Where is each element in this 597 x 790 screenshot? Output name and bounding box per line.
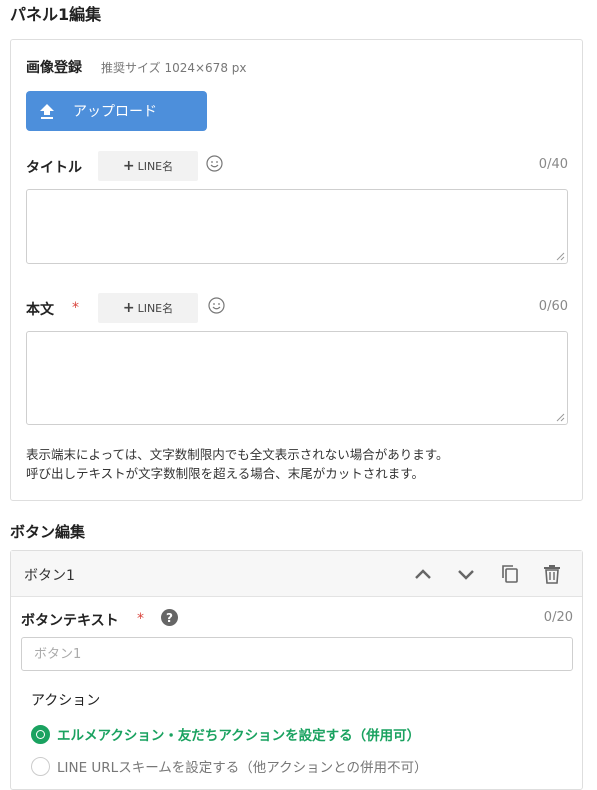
button-text-label: ボタンテキスト — [21, 613, 119, 629]
required-mark: * — [137, 611, 144, 627]
title-insert-line-name-button[interactable]: + LINE名 — [98, 151, 198, 181]
smile-icon[interactable] — [208, 297, 225, 314]
action-option-label: エルメアクション・友だちアクションを設定する（併用可） — [57, 728, 421, 744]
help-icon[interactable]: ? — [161, 609, 178, 626]
note-line: 表示端末によっては、文字数制限内でも全文表示されない場合があります。 — [26, 447, 449, 462]
required-mark: * — [72, 300, 79, 316]
body-counter: 0/60 — [538, 299, 568, 314]
action-option-line-url-scheme[interactable]: LINE URLスキームを設定する（他アクションとの併用不可） — [31, 756, 428, 776]
radio-unselected[interactable] — [31, 756, 50, 776]
smile-icon[interactable] — [206, 155, 223, 172]
panel-editor: 画像登録 推奨サイズ 1024×678 px アップロード タイトル + LIN… — [10, 39, 583, 501]
line-name-label: LINE名 — [137, 302, 174, 315]
image-label: 画像登録 — [26, 60, 82, 76]
action-option-label: LINE URLスキームを設定する（他アクションとの併用不可） — [57, 760, 428, 776]
plus-icon: + — [122, 300, 135, 316]
line-name-label: LINE名 — [137, 160, 174, 173]
title-label: タイトル — [26, 160, 82, 176]
trash-icon[interactable] — [541, 563, 563, 585]
button-section-heading: ボタン編集 — [10, 523, 86, 541]
body-insert-line-name-button[interactable]: + LINE名 — [98, 293, 198, 323]
body-label: 本文 — [26, 302, 54, 318]
button-card: ボタン1 ボタンテキスト * ? 0/20 アクション エルメアクション・友だち… — [10, 550, 583, 790]
upload-button-label: アップロード — [73, 104, 157, 120]
action-label: アクション — [31, 693, 101, 709]
resize-grip-icon[interactable] — [556, 252, 565, 261]
button-card-title: ボタン1 — [24, 568, 75, 584]
button-card-header: ボタン1 — [11, 551, 582, 597]
notes: 表示端末によっては、文字数制限内でも全文表示されない場合があります。 呼び出しテ… — [26, 445, 449, 483]
button-text-input[interactable] — [21, 637, 573, 671]
chevron-up-icon[interactable] — [412, 563, 434, 585]
upload-icon — [40, 104, 54, 119]
chevron-down-icon[interactable] — [455, 563, 477, 585]
title-textarea[interactable] — [26, 189, 568, 264]
title-counter: 0/40 — [538, 157, 568, 172]
panel-heading: パネル1編集 — [10, 5, 102, 24]
upload-button[interactable]: アップロード — [26, 91, 207, 131]
body-textarea[interactable] — [26, 331, 568, 425]
action-option-elme[interactable]: エルメアクション・友だちアクションを設定する（併用可） — [31, 724, 420, 744]
note-line: 呼び出しテキストが文字数制限を超える場合、末尾がカットされます。 — [26, 466, 425, 481]
copy-icon[interactable] — [499, 563, 521, 585]
radio-selected[interactable] — [31, 724, 50, 744]
resize-grip-icon[interactable] — [556, 413, 565, 422]
image-size-hint: 推奨サイズ 1024×678 px — [101, 61, 247, 75]
plus-icon: + — [122, 158, 135, 174]
button-text-counter: 0/20 — [543, 610, 573, 625]
